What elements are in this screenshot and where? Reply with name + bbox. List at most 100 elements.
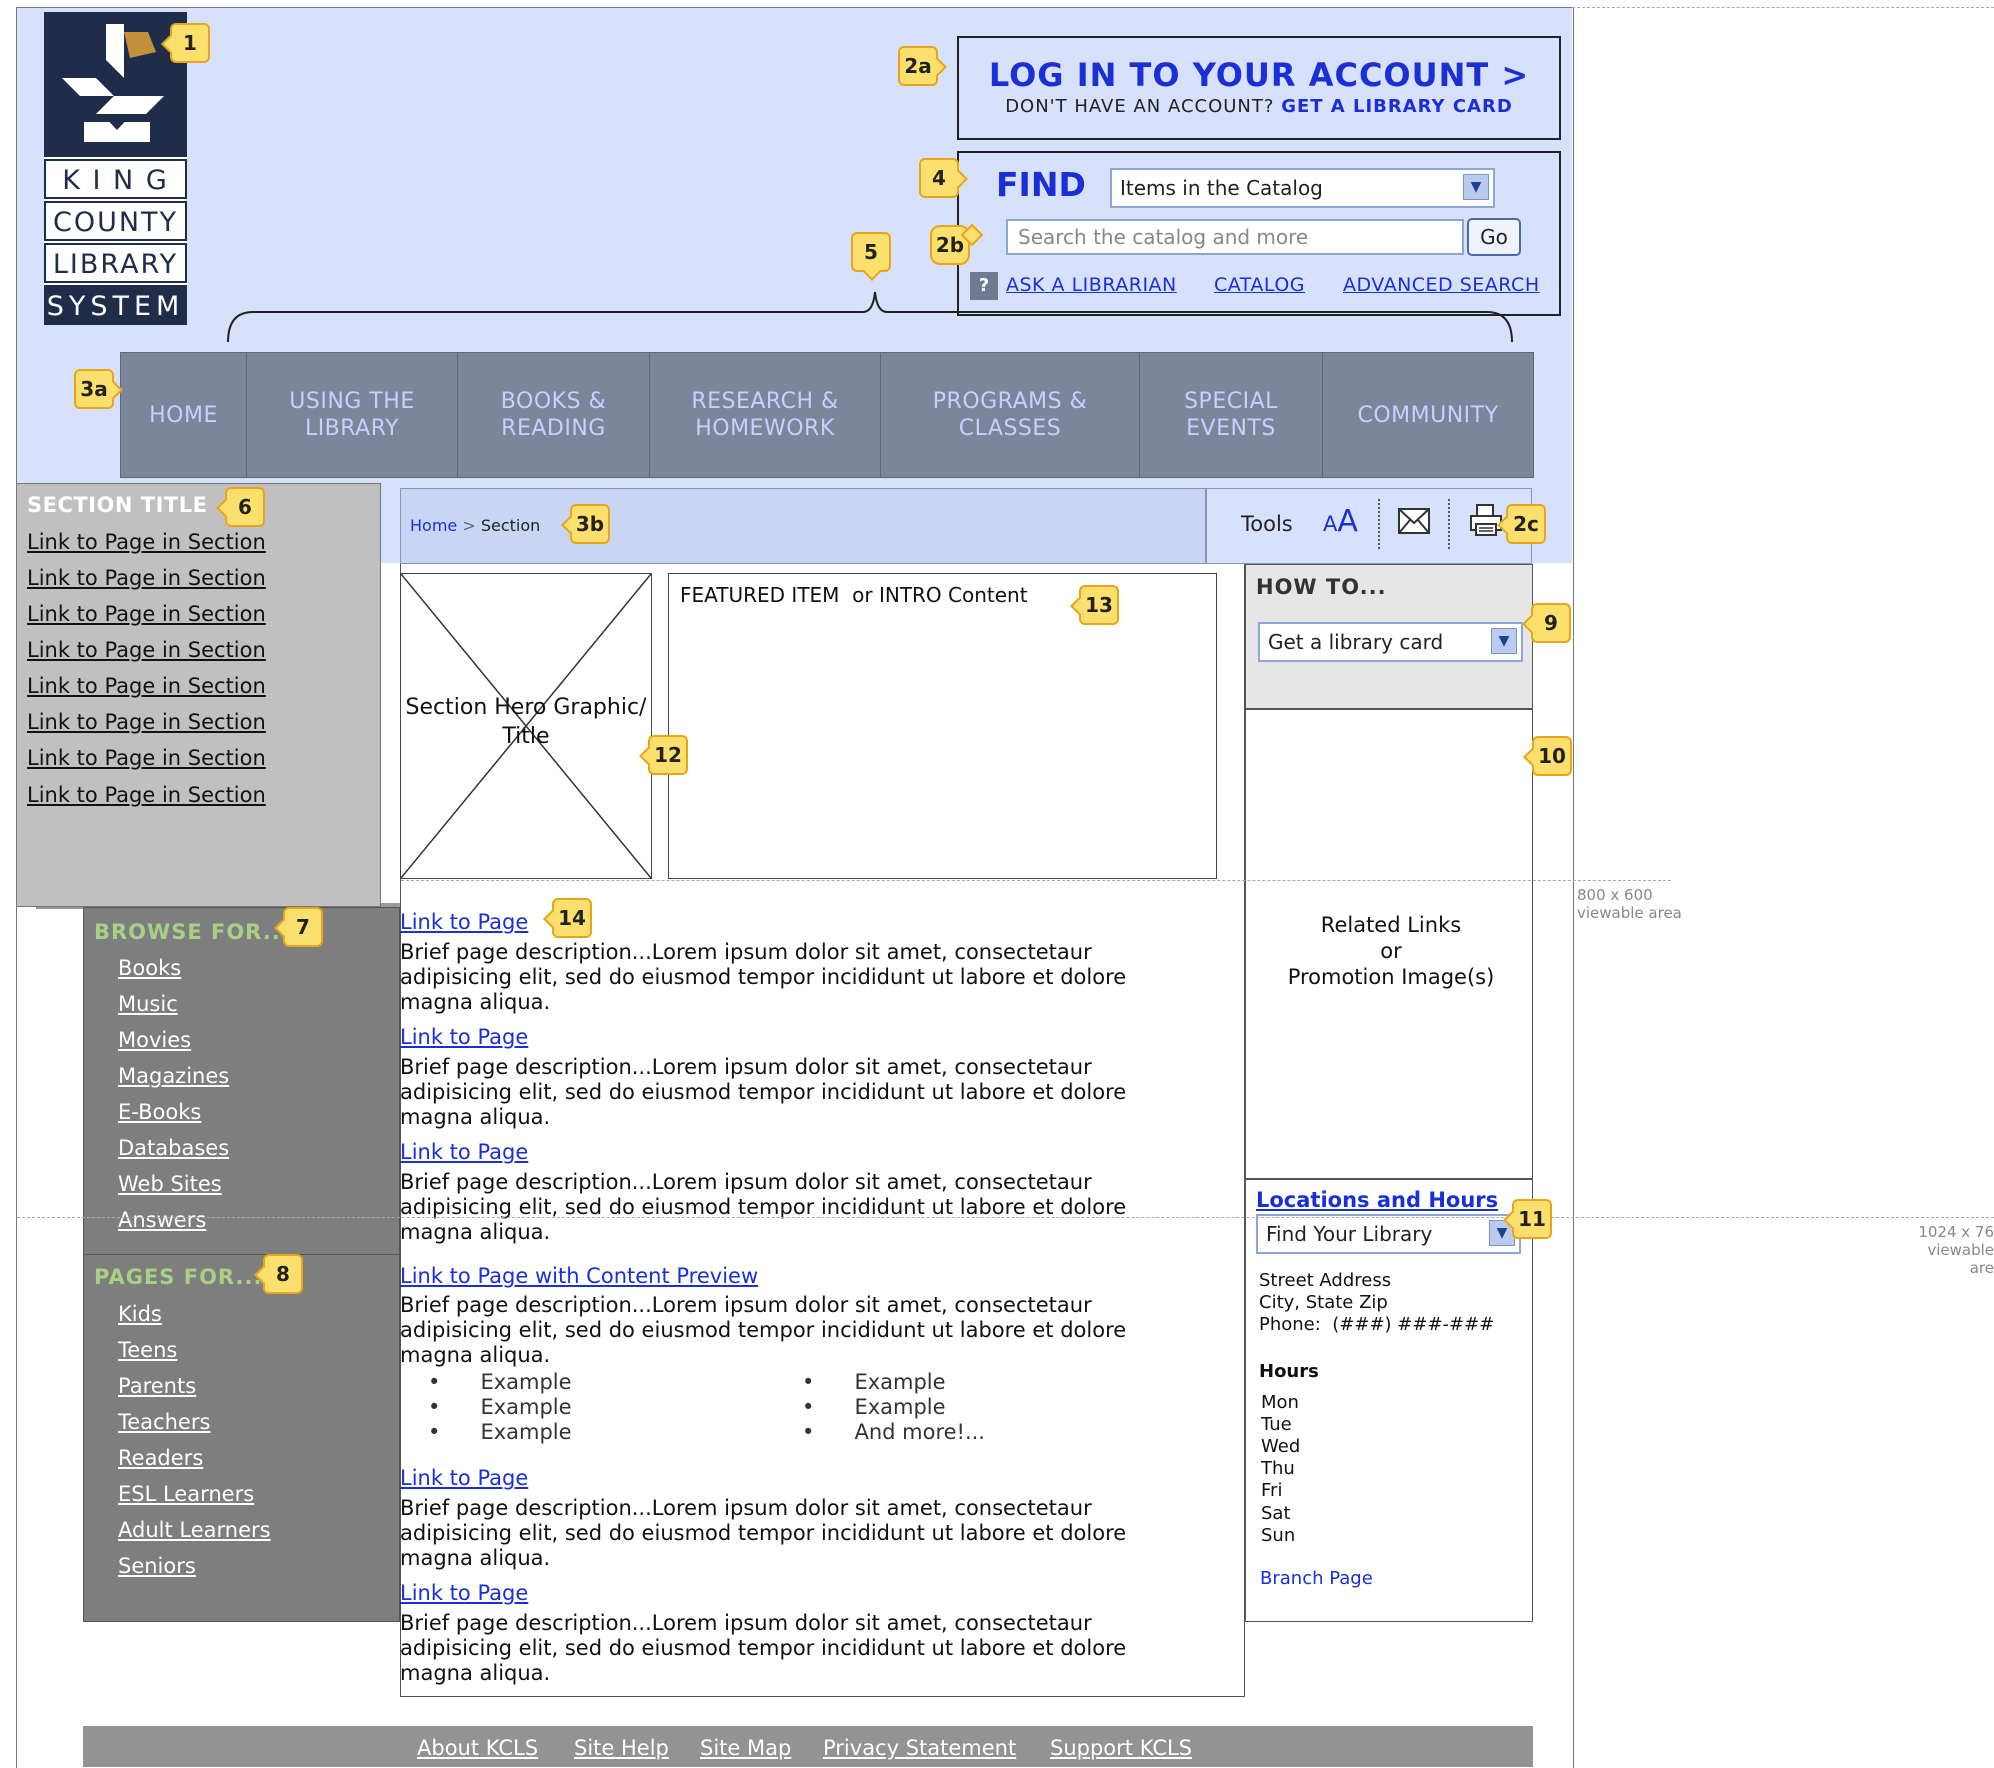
annotation-callout: 3b [570,504,610,544]
guide-800x600-label: 800 x 600 viewable area [1577,886,1682,922]
annotation-callout: 11 [1512,1199,1552,1239]
main-entry-description: Brief page description...Lorem ipsum dol… [400,1055,1127,1129]
pages-link-parents[interactable]: Parents [118,1374,196,1398]
footer-link-about[interactable]: About KCLS [417,1736,538,1760]
library-card-link[interactable]: GET A LIBRARY CARD [1281,96,1513,117]
list-item[interactable]: • Example [802,1370,985,1395]
main-entry-description: Brief page description...Lorem ipsum dol… [400,1611,1127,1685]
find-library-value: Find Your Library [1266,1222,1433,1246]
logo-word-king: K I N G [44,159,187,199]
list-item[interactable]: • And more!... [802,1420,985,1445]
main-entry-link[interactable]: Link to Page [400,1025,528,1049]
font-size-small-label: A [1323,512,1338,536]
annotation-callout: 13 [1079,585,1119,625]
list-item[interactable]: • Example [428,1420,572,1445]
pages-link-adult-learners[interactable]: Adult Learners [118,1518,271,1542]
main-entry-link[interactable]: Link to Page [400,1581,528,1605]
section-page-link[interactable]: Link to Page in Section [27,746,266,770]
annotation-callout: 2a [898,46,938,86]
browse-link-magazines[interactable]: Magazines [118,1064,229,1088]
find-scope-value: Items in the Catalog [1120,176,1323,200]
browse-link-databases[interactable]: Databases [118,1136,229,1160]
street-address: Street Address [1259,1270,1392,1291]
browse-link-movies[interactable]: Movies [118,1028,191,1052]
pages-link-teens[interactable]: Teens [118,1338,177,1362]
city-state-zip: City, State Zip [1259,1292,1388,1313]
list-item[interactable]: • Example [428,1370,572,1395]
nav-special-events[interactable]: SPECIAL EVENTS [1140,353,1323,477]
main-entry-description: Brief page description...Lorem ipsum dol… [400,1293,1127,1367]
section-page-link[interactable]: Link to Page in Section [27,674,266,698]
main-entry-description: Brief page description...Lorem ipsum dol… [400,1496,1127,1570]
print-icon[interactable] [1469,503,1503,537]
main-entry-link[interactable]: Link to Page [400,1466,528,1490]
main-entry-description: Brief page description...Lorem ipsum dol… [400,940,1127,1014]
account-prompt-text: DON'T HAVE AN ACCOUNT? [1005,96,1275,117]
breadcrumb-current: Section [480,516,541,535]
section-page-link[interactable]: Link to Page in Section [27,783,266,807]
pages-link-teachers[interactable]: Teachers [118,1410,210,1434]
browse-for-title: BROWSE FOR... [94,920,290,944]
nav-research-homework[interactable]: RESEARCH & HOMEWORK [650,353,881,477]
annotation-callout: 10 [1532,736,1572,776]
main-entry-link[interactable]: Link to Page [400,910,528,934]
guide-1024x768 [17,1217,1994,1218]
hours-day: Thu [1261,1458,1295,1479]
footer-link-support[interactable]: Support KCLS [1050,1736,1192,1760]
section-page-link[interactable]: Link to Page in Section [27,710,266,734]
tools-label: Tools [1241,512,1293,536]
logo-word-system: SYSTEM [44,285,187,325]
main-entry-preview-link[interactable]: Link to Page with Content Preview [400,1264,758,1288]
pages-link-readers[interactable]: Readers [118,1446,203,1470]
locations-hours-link[interactable]: Locations and Hours [1256,1188,1498,1212]
breadcrumb-home-link[interactable]: Home [410,516,457,535]
footer [83,1726,1533,1767]
font-size-icon[interactable]: AA [1323,504,1358,539]
section-page-link[interactable]: Link to Page in Section [27,638,266,662]
section-title: SECTION TITLE [27,493,208,517]
footer-link-site-help[interactable]: Site Help [574,1736,669,1760]
branch-page-link[interactable]: Branch Page [1260,1568,1373,1589]
pages-link-kids[interactable]: Kids [118,1302,162,1326]
annotation-callout: 6 [225,487,265,527]
nav-programs-classes[interactable]: PROGRAMS & CLASSES [881,353,1140,477]
section-page-link[interactable]: Link to Page in Section [27,566,266,590]
browse-link-ebooks[interactable]: E-Books [118,1100,201,1124]
email-icon[interactable] [1398,508,1430,534]
section-page-link[interactable]: Link to Page in Section [27,530,266,554]
how-to-select[interactable]: Get a library card ▼ [1258,622,1523,662]
featured-content [668,573,1217,879]
list-item[interactable]: • Example [428,1395,572,1420]
find-library-select[interactable]: Find Your Library ▼ [1256,1214,1521,1254]
kcls-logo[interactable]: K I N G COUNTY LIBRARY SYSTEM [44,12,187,325]
find-label: FIND [996,165,1086,204]
browse-link-books[interactable]: Books [118,956,181,980]
login-link[interactable]: LOG IN TO YOUR ACCOUNT > [959,56,1559,94]
pages-link-seniors[interactable]: Seniors [118,1554,196,1578]
search-input[interactable]: Search the catalog and more [1006,219,1464,255]
annotation-callout: 9 [1531,603,1571,643]
footer-link-site-map[interactable]: Site Map [700,1736,791,1760]
nav-community[interactable]: COMMUNITY [1323,353,1533,477]
hero-title: Section Hero Graphic/ Title [405,695,647,749]
main-entry-link[interactable]: Link to Page [400,1140,528,1164]
go-button[interactable]: Go [1467,218,1521,256]
nav-using-the-library[interactable]: USING THE LIBRARY [247,353,458,477]
browse-link-music[interactable]: Music [118,992,178,1016]
footer-link-privacy[interactable]: Privacy Statement [823,1736,1016,1760]
chevron-down-icon: ▼ [1491,628,1517,654]
list-item[interactable]: • Example [802,1395,985,1420]
nav-books-reading[interactable]: BOOKS & READING [458,353,650,477]
section-page-link[interactable]: Link to Page in Section [27,602,266,626]
logo-word-county: COUNTY [44,201,187,241]
breadcrumb-separator: > [462,516,476,535]
nav-home[interactable]: HOME [121,353,247,477]
browse-link-websites[interactable]: Web Sites [118,1172,222,1196]
nav-grouping-brace [227,291,1513,343]
hours-day: Wed [1261,1436,1301,1457]
hours-day: Fri [1261,1480,1283,1501]
hours-day: Sat [1261,1503,1291,1524]
find-scope-select[interactable]: Items in the Catalog ▼ [1110,168,1495,208]
pages-link-esl-learners[interactable]: ESL Learners [118,1482,254,1506]
browse-link-answers[interactable]: Answers [118,1208,206,1232]
